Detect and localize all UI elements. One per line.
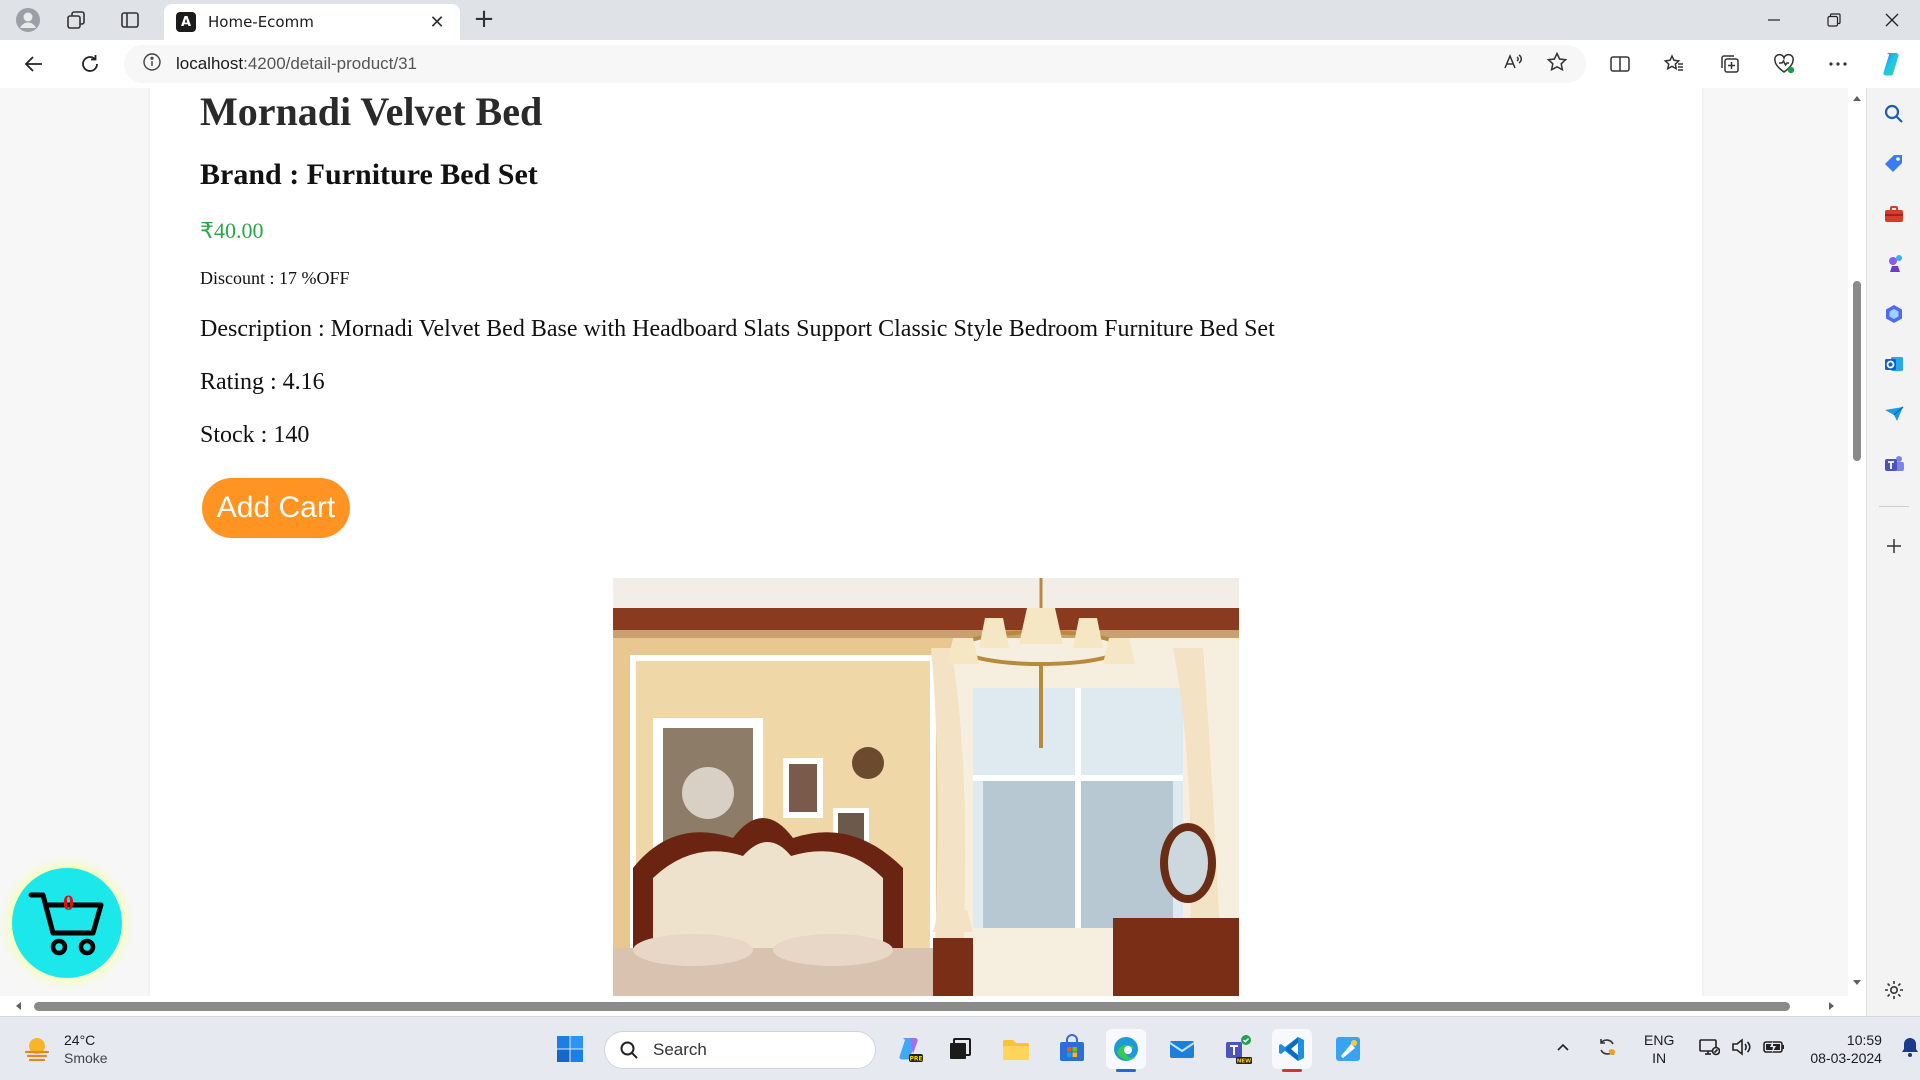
vscode-icon[interactable]	[1272, 1029, 1312, 1072]
tab-close-icon[interactable]: ✕	[426, 12, 448, 33]
scroll-up-arrow-icon[interactable]	[1848, 90, 1866, 108]
language-indicator[interactable]: ENG IN	[1644, 1031, 1674, 1067]
page-viewport: Mornadi Velvet Bed Brand : Furniture Bed…	[0, 88, 1866, 1016]
start-button-icon[interactable]	[550, 1029, 590, 1069]
scroll-down-arrow-icon[interactable]	[1848, 973, 1866, 991]
sidebar-add-icon[interactable]	[1880, 532, 1908, 560]
taskbar-search-icon	[620, 1041, 638, 1059]
favorites-icon[interactable]	[1654, 46, 1694, 82]
add-cart-button[interactable]: Add Cart	[202, 478, 350, 538]
product-discount: Discount : 17 %OFF	[200, 268, 350, 288]
copilot-icon[interactable]	[1872, 46, 1912, 82]
sidebar-teams-icon[interactable]	[1880, 450, 1908, 478]
taskbar-search-placeholder: Search	[653, 1040, 707, 1059]
cart-count-badge: 0	[63, 890, 74, 915]
clock-time: 10:59	[1846, 1032, 1882, 1048]
product-stock: Stock : 140	[200, 422, 310, 448]
sidebar-divider	[1879, 506, 1909, 507]
sidebar-drop-icon[interactable]	[1880, 400, 1908, 428]
sidebar-settings-icon[interactable]	[1880, 976, 1908, 1004]
new-tab-button[interactable]: +	[468, 6, 500, 34]
sidebar-shopping-tag-icon[interactable]	[1880, 150, 1908, 178]
collections-icon[interactable]	[1710, 46, 1750, 82]
profile-icon[interactable]	[8, 6, 48, 34]
edge-taskbar-icon[interactable]	[1106, 1029, 1146, 1072]
url-text: localhost:4200/detail-product/31	[176, 54, 417, 74]
scroll-right-arrow-icon[interactable]	[1822, 997, 1840, 1015]
copilot-preview-icon[interactable]: PRE	[888, 1029, 928, 1069]
minimize-icon[interactable]	[1746, 0, 1802, 40]
weather-widget[interactable]: 24°C Smoke	[22, 1031, 108, 1067]
battery-icon[interactable]	[1762, 1036, 1786, 1063]
sidebar-games-icon[interactable]	[1880, 250, 1908, 278]
refresh-icon[interactable]	[70, 46, 110, 82]
file-explorer-icon[interactable]	[996, 1029, 1036, 1069]
vertical-scrollbar[interactable]	[1848, 88, 1866, 996]
mail-icon[interactable]	[1162, 1029, 1202, 1069]
horizontal-scrollbar[interactable]	[0, 996, 1848, 1016]
clock[interactable]: 10:59 08-03-2024	[1810, 1031, 1882, 1067]
product-description: Description : Mornadi Velvet Bed Base wi…	[200, 316, 1275, 342]
browser-essentials-icon[interactable]	[1764, 46, 1804, 82]
language-bottom: IN	[1652, 1050, 1667, 1066]
product-title: Mornadi Velvet Bed	[200, 89, 543, 134]
url-path: :4200/detail-product/31	[243, 54, 418, 73]
back-arrow-icon[interactable]	[14, 46, 54, 82]
address-bar[interactable]: localhost:4200/detail-product/31	[124, 45, 1586, 83]
url-host: localhost	[176, 54, 244, 73]
horizontal-scroll-thumb[interactable]	[34, 1002, 1790, 1011]
vscode-active-indicator	[1282, 1069, 1302, 1072]
notifications-bell-icon[interactable]	[1900, 1036, 1920, 1063]
scroll-left-arrow-icon[interactable]	[10, 997, 28, 1015]
favorite-star-icon[interactable]	[1546, 51, 1568, 77]
product-rating: Rating : 4.16	[200, 369, 325, 395]
task-view-icon[interactable]	[940, 1029, 980, 1069]
floating-cart-button[interactable]: 0	[12, 868, 122, 978]
split-screen-icon[interactable]	[1600, 46, 1640, 82]
svg-text:PRE: PRE	[909, 1056, 922, 1063]
taskbar-search-input[interactable]: Search	[604, 1031, 876, 1069]
read-aloud-icon[interactable]	[1502, 51, 1524, 77]
language-top: ENG	[1644, 1032, 1675, 1048]
browser-toolbar: localhost:4200/detail-product/31	[0, 40, 1920, 88]
product-brand: Brand : Furniture Bed Set	[200, 158, 538, 191]
sidebar-outlook-icon[interactable]	[1880, 350, 1908, 378]
clock-date: 08-03-2024	[1810, 1050, 1882, 1066]
microsoft-store-icon[interactable]	[1052, 1029, 1092, 1069]
svg-text:NEW: NEW	[1237, 1059, 1251, 1065]
weather-desc: Smoke	[64, 1050, 108, 1066]
sidebar-tools-icon[interactable]	[1880, 200, 1908, 228]
page-background: Mornadi Velvet Bed Brand : Furniture Bed…	[0, 88, 1848, 996]
sync-icon[interactable]	[1596, 1036, 1618, 1063]
windows-taskbar: 24°C Smoke Search PRE NEW ENG IN 10:59 0…	[0, 1016, 1920, 1080]
angular-favicon-icon: A	[176, 12, 196, 32]
more-options-icon[interactable]	[1818, 46, 1858, 82]
browser-tab-strip: A Home-Ecomm ✕ +	[0, 0, 1920, 40]
product-price: ₹40.00	[200, 218, 264, 243]
weather-temp: 24°C	[64, 1032, 96, 1048]
vertical-tabs-icon[interactable]	[110, 6, 150, 34]
weather-smoke-icon	[24, 1038, 50, 1062]
site-info-icon[interactable]	[142, 52, 162, 76]
edge-active-indicator	[1116, 1069, 1136, 1072]
tab-title: Home-Ecomm	[208, 13, 314, 31]
teams-new-icon[interactable]: NEW	[1218, 1029, 1258, 1069]
volume-icon[interactable]	[1730, 1036, 1752, 1063]
paint-app-icon[interactable]	[1328, 1029, 1368, 1069]
product-image	[613, 578, 1239, 996]
sidebar-search-icon[interactable]	[1880, 100, 1908, 128]
workspaces-icon[interactable]	[56, 6, 96, 34]
vertical-scroll-thumb[interactable]	[1853, 281, 1861, 461]
tab-home-ecomm[interactable]: A Home-Ecomm ✕	[164, 4, 460, 40]
product-detail-card: Mornadi Velvet Bed Brand : Furniture Bed…	[150, 88, 1702, 996]
edge-sidebar	[1866, 88, 1920, 1016]
restore-icon[interactable]	[1806, 0, 1862, 40]
system-tray: ENG IN 10:59 08-03-2024	[1552, 1017, 1920, 1080]
network-icon[interactable]	[1698, 1036, 1721, 1063]
show-hidden-icons-chevron-icon[interactable]	[1552, 1039, 1574, 1060]
close-window-icon[interactable]	[1864, 0, 1920, 40]
sidebar-m365-icon[interactable]	[1880, 300, 1908, 328]
